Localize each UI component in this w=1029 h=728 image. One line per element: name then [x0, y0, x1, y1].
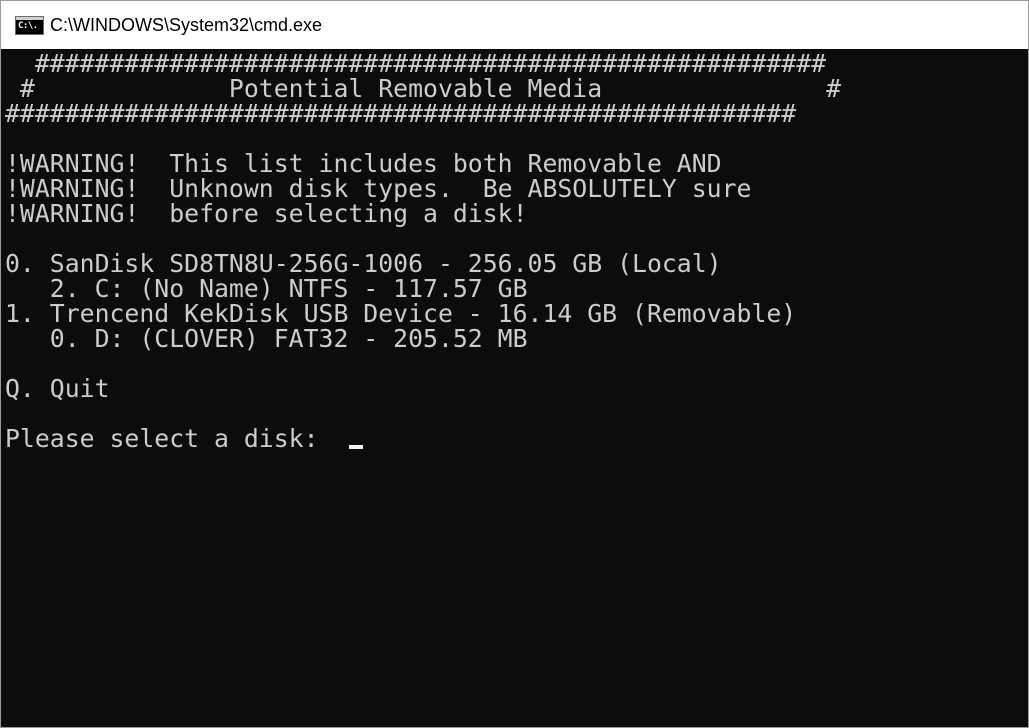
- quit-option: Q. Quit: [5, 374, 110, 403]
- icon-title-strip: [16, 16, 43, 20]
- window-title: C:\WINDOWS\System32\cmd.exe: [50, 14, 323, 35]
- title-bar[interactable]: C:\. C:\WINDOWS\System32\cmd.exe: [1, 1, 1028, 49]
- banner-bottom-border: ########################################…: [5, 99, 797, 128]
- warning-line: !WARNING! This list includes both Remova…: [5, 149, 722, 178]
- partition-entry: 0. D: (CLOVER) FAT32 - 205.52 MB: [5, 324, 528, 353]
- banner-top-border: ########################################…: [5, 49, 827, 78]
- icon-glyph: C:\.: [18, 20, 38, 31]
- disk-entry: 1. Trencend KekDisk USB Device - 16.14 G…: [5, 299, 797, 328]
- cmd-console-icon[interactable]: C:\.: [15, 15, 44, 35]
- disk-entry: 0. SanDisk SD8TN8U-256G-1006 - 256.05 GB…: [5, 249, 722, 278]
- text-cursor: [349, 445, 363, 449]
- partition-entry: 2. C: (No Name) NTFS - 117.57 GB: [5, 274, 528, 303]
- banner-title: # Potential Removable Media #: [5, 74, 842, 103]
- warning-line: !WARNING! before selecting a disk!: [5, 199, 528, 228]
- disk-select-prompt[interactable]: Please select a disk:: [5, 426, 348, 451]
- console-output[interactable]: ########################################…: [1, 49, 1028, 727]
- warning-line: !WARNING! Unknown disk types. Be ABSOLUT…: [5, 174, 752, 203]
- cmd-window: C:\. C:\WINDOWS\System32\cmd.exe #######…: [0, 0, 1029, 728]
